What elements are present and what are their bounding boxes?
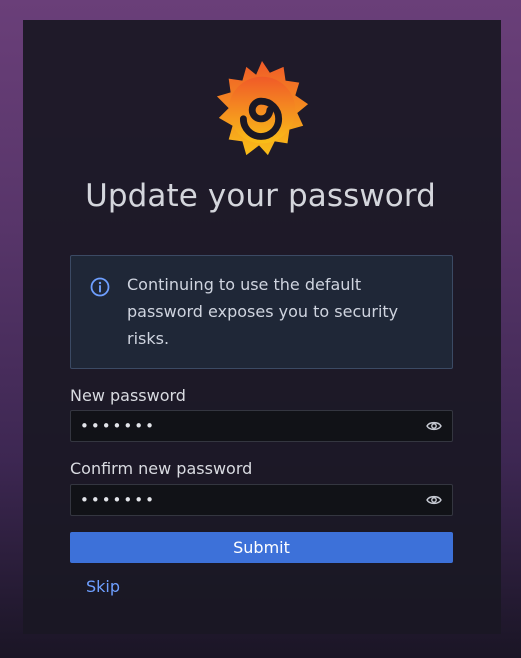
new-password-field-wrapper — [70, 410, 453, 442]
new-password-label: New password — [70, 386, 186, 405]
alert-message: Continuing to use the default password e… — [127, 275, 399, 348]
confirm-password-field-wrapper — [70, 484, 453, 516]
grafana-logo-icon — [216, 61, 309, 156]
confirm-password-label: Confirm new password — [70, 459, 253, 478]
show-confirm-password-eye-icon[interactable] — [426, 493, 442, 507]
submit-button[interactable]: Submit — [70, 532, 453, 563]
info-circle-icon — [90, 277, 110, 297]
security-warning-alert: Continuing to use the default password e… — [70, 255, 453, 369]
confirm-password-input[interactable] — [71, 485, 411, 515]
show-password-eye-icon[interactable] — [426, 419, 442, 433]
page-title: Update your password — [85, 178, 436, 214]
new-password-input[interactable] — [71, 411, 411, 441]
skip-link[interactable]: Skip — [86, 577, 120, 596]
